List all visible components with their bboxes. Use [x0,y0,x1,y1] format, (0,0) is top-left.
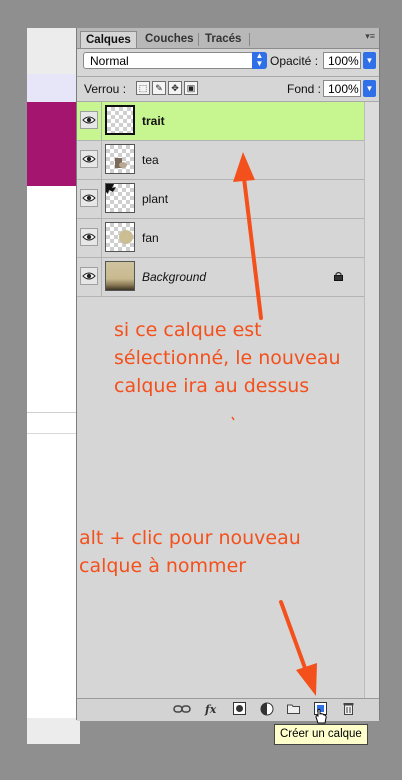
annotation-line: alt + clic pour nouveau [79,527,301,549]
annotation-line: calque ira au dessus [114,375,310,397]
arrow-head [296,663,317,696]
annotation-bottom: alt + clic pour nouveau calque à nommer [79,524,301,580]
annotation-line: calque à nommer [79,555,247,577]
arrow-to-new-layer-button [279,600,307,670]
annotation-line: si ce calque est [114,319,262,341]
annotation-mark [231,416,235,421]
arrow-to-selected-layer [242,176,263,320]
arrow-head [233,152,255,182]
annotation-top: si ce calque est sélectionné, le nouveau… [114,316,341,400]
annotation-line: sélectionné, le nouveau [114,347,341,369]
